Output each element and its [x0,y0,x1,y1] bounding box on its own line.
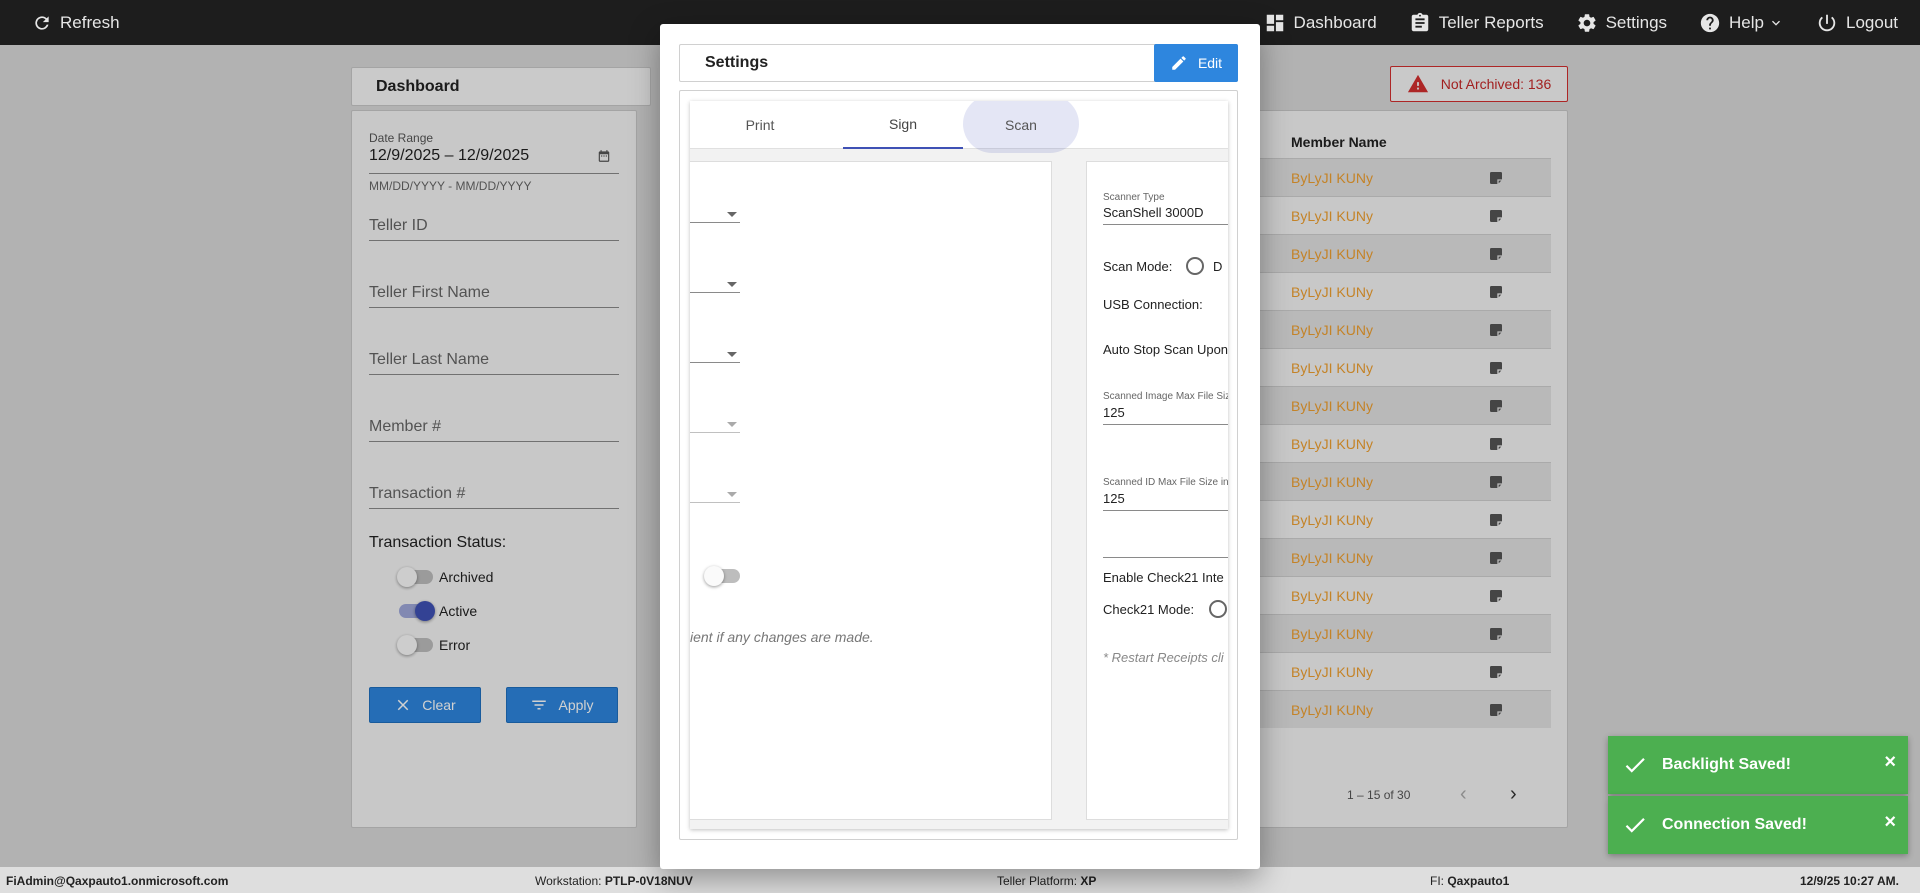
edit-button[interactable]: Edit [1154,44,1238,82]
id-max-size-label: Scanned ID Max File Size in [1103,477,1228,488]
dropdown-arrow-icon[interactable] [727,422,737,427]
nav-settings-label: Settings [1605,12,1668,32]
nav-dashboard-label: Dashboard [1293,12,1377,32]
dropdown-arrow-icon[interactable] [727,492,737,497]
scanner-type-select[interactable]: ScanShell 3000D [1103,205,1203,220]
gear-icon [1578,13,1596,32]
enable-check21-label: Enable Check21 Inte [1103,570,1224,585]
image-max-size-label: Scanned Image Max File Size [1103,391,1228,402]
footer-fi-value: Qaxpauto1 [1447,874,1510,888]
nav-logout-label: Logout [1846,12,1898,32]
usb-connection-label: USB Connection: [1103,297,1203,312]
dropdown-underline [690,362,740,363]
settings-dialog-body: Print Sign Scan ient if any changes are … [679,90,1238,840]
status-bar: FiAdmin@Qaxpauto1.onmicrosoft.com Workst… [0,867,1920,893]
check-icon [1625,818,1645,833]
dropdown-underline [690,222,740,223]
empty-field-underline [1103,557,1228,558]
top-nav: Dashboard Teller Reports Settings Help L… [1232,0,1898,45]
refresh-label: Refresh [60,12,120,32]
auto-stop-label: Auto Stop Scan Upon [1103,342,1228,357]
restart-note-right: * Restart Receipts cli [1103,650,1224,665]
dropdown-arrow-icon[interactable] [727,282,737,287]
refresh-icon [35,15,49,30]
dropdown-arrow-icon[interactable] [727,352,737,357]
tab-print-label: Print [745,117,775,133]
dropdown-underline [690,432,740,433]
toast-close-button[interactable]: × [1884,751,1896,774]
scanner-type-underline [1103,224,1228,225]
toast-backlight-saved: Backlight Saved! × [1608,736,1908,794]
dropdown-arrow-icon[interactable] [727,212,737,217]
refresh-button[interactable]: Refresh [32,0,120,45]
settings-dialog: Settings Edit Print Sign Scan ient if an… [660,24,1260,869]
footer-workstation-label: Workstation: [535,874,602,888]
nav-settings[interactable]: Settings [1576,12,1667,34]
tab-sign[interactable]: Sign [843,101,963,149]
dashboard-icon [1266,14,1283,31]
footer-user: FiAdmin@Qaxpauto1.onmicrosoft.com [6,874,229,888]
settings-tabs: Print Sign Scan ient if any changes are … [690,101,1228,829]
dropdown-underline [690,502,740,503]
nav-teller-reports-label: Teller Reports [1438,12,1544,32]
chevron-down-icon [1772,20,1780,26]
scan-mode-option-label: D [1213,259,1223,274]
toast-connection-saved: Connection Saved! × [1608,796,1908,854]
image-max-size-input[interactable]: 125 [1103,405,1125,420]
check21-mode-label: Check21 Mode: [1103,602,1195,617]
tab-print[interactable]: Print [710,101,810,149]
footer-datetime: 12/9/25 10:27 AM. [1800,874,1899,888]
clipboard-icon [1411,12,1428,31]
scan-mode-radio[interactable] [1186,257,1204,275]
scanner-type-label: Scanner Type [1103,192,1165,203]
power-icon [1818,14,1836,31]
nav-dashboard[interactable]: Dashboard [1264,12,1377,34]
dropdown-underline [690,292,740,293]
toast-message: Backlight Saved! [1662,756,1791,773]
tab-scan-label: Scan [1005,117,1037,133]
settings-dialog-title: Settings [705,54,769,71]
toast-message: Connection Saved! [1662,816,1807,833]
nav-help[interactable]: Help [1699,12,1784,34]
footer-platform: Teller Platform: XP [997,874,1096,888]
check21-mode-radio[interactable] [1209,600,1227,618]
settings-dialog-header: Settings Edit [679,44,1238,82]
footer-fi: FI: Qaxpauto1 [1430,874,1509,888]
nav-teller-reports[interactable]: Teller Reports [1409,12,1544,34]
help-icon [1700,13,1720,32]
footer-platform-value: XP [1080,874,1097,888]
tab-sign-label: Sign [888,116,918,132]
edit-label: Edit [1197,55,1223,71]
tab-bar: Print Sign Scan [690,101,1228,153]
tab-scan[interactable]: Scan [963,101,1079,153]
nav-help-label: Help [1729,12,1764,32]
footer-platform-label: Teller Platform: [997,874,1078,888]
footer-workstation-value: PTLP-0V18NUV [604,874,693,888]
footer-workstation: Workstation: PTLP-0V18NUV [535,874,693,888]
scan-mode-label: Scan Mode: [1103,259,1173,274]
scan-settings-panel: Scanner Type ScanShell 3000D Scan Mode: … [1086,161,1228,820]
check-icon [1625,758,1645,773]
image-max-size-underline [1103,424,1228,425]
restart-note-left: ient if any changes are made. [690,629,874,645]
footer-fi-label: FI: [1430,874,1444,888]
id-max-size-input[interactable]: 125 [1103,491,1125,506]
nav-logout[interactable]: Logout [1816,12,1898,34]
toast-close-button[interactable]: × [1884,811,1896,834]
id-max-size-underline [1103,510,1228,511]
pencil-icon [1172,56,1186,70]
sign-toggle[interactable] [704,566,740,586]
sign-settings-panel: ient if any changes are made. [690,161,1052,820]
